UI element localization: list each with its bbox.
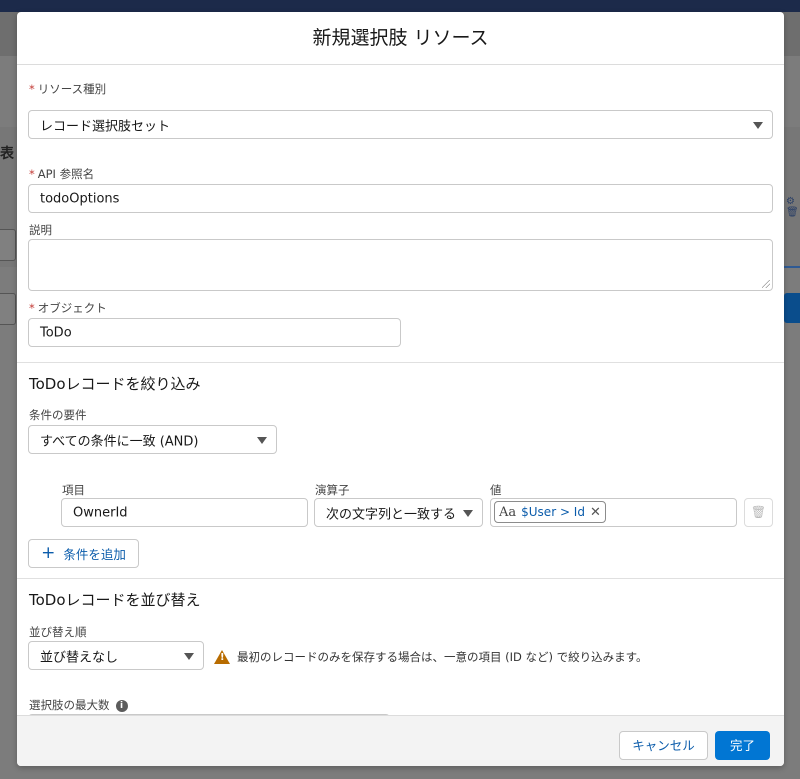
background-header [0, 0, 800, 12]
warning-icon-mark: ! [220, 652, 225, 663]
section-divider [17, 578, 784, 579]
text-variable-icon: Aa [499, 504, 517, 520]
object-label: * オブジェクト [29, 301, 107, 315]
done-button[interactable]: 完了 [715, 731, 770, 760]
plus-icon: + [41, 543, 56, 563]
chevron-down-icon [753, 121, 763, 129]
api-name-label: * API 参照名 [29, 167, 95, 181]
condition-field-input[interactable]: OwnerId [61, 498, 308, 527]
field-column-label: 項目 [62, 483, 85, 497]
chevron-down-icon [184, 652, 194, 660]
add-condition-button[interactable]: + 条件を追加 [28, 539, 139, 568]
modal-title: 新規選択肢 リソース [312, 27, 489, 49]
new-choice-resource-modal: 新規選択肢 リソース * リソース種別 レコード選択肢セット * API 参照名 t… [17, 12, 784, 766]
condition-value-input[interactable]: Aa $User > Id ✕ [490, 498, 737, 527]
condition-operator-select[interactable]: 次の文字列と一致する [314, 498, 483, 527]
object-input[interactable]: ToDo [28, 318, 401, 347]
background-field [0, 293, 16, 325]
background-field [0, 229, 16, 261]
description-label: 説明 [29, 223, 52, 237]
info-icon[interactable]: i [115, 700, 128, 712]
modal-footer: キャンセル 完了 [17, 715, 784, 766]
filter-section-title: ToDoレコードを絞り込み [29, 375, 201, 393]
background-divider [784, 266, 800, 268]
chevron-down-icon [257, 436, 267, 444]
chevron-down-icon [463, 509, 473, 517]
sort-order-label: 並び替え順 [29, 625, 87, 639]
max-choices-label: 選択肢の最大数 i [29, 697, 128, 713]
api-name-input[interactable]: todoOptions [28, 184, 773, 213]
required-marker: * [29, 301, 35, 315]
section-divider [17, 362, 784, 363]
sort-warning-text: 最初のレコードのみを保存する場合は、一意の項目 (ID など) で絞り込みます。 [237, 650, 648, 664]
required-marker: * [29, 167, 35, 181]
modal-body[interactable]: * リソース種別 レコード選択肢セット * API 参照名 todoOptions … [17, 65, 784, 715]
resource-type-label: * リソース種別 [29, 82, 107, 96]
trash-icon: 🗑 [750, 505, 767, 519]
background-button [784, 293, 800, 323]
background-heading: 表 [0, 146, 14, 162]
resource-type-select[interactable]: レコード選択肢セット [28, 110, 773, 139]
sort-order-select[interactable]: 並び替えなし [28, 641, 204, 670]
sort-section-title: ToDoレコードを並び替え [29, 591, 201, 609]
description-textarea[interactable] [28, 239, 773, 291]
modal-header: 新規選択肢 リソース [17, 12, 784, 65]
operator-column-label: 演算子 [315, 483, 350, 497]
condition-requirement-label: 条件の要件 [29, 408, 87, 422]
required-marker: * [29, 82, 35, 96]
background-gear-icon: ⚙ 🗑 [786, 196, 799, 218]
delete-condition-button[interactable]: 🗑 [744, 498, 773, 527]
value-column-label: 値 [490, 483, 502, 497]
resize-grip-icon[interactable] [762, 280, 770, 288]
resource-pill[interactable]: Aa $User > Id ✕ [494, 501, 606, 523]
close-icon[interactable]: ✕ [590, 505, 601, 520]
cancel-button[interactable]: キャンセル [619, 731, 708, 760]
condition-requirement-select[interactable]: すべての条件に一致 (AND) [28, 425, 277, 454]
